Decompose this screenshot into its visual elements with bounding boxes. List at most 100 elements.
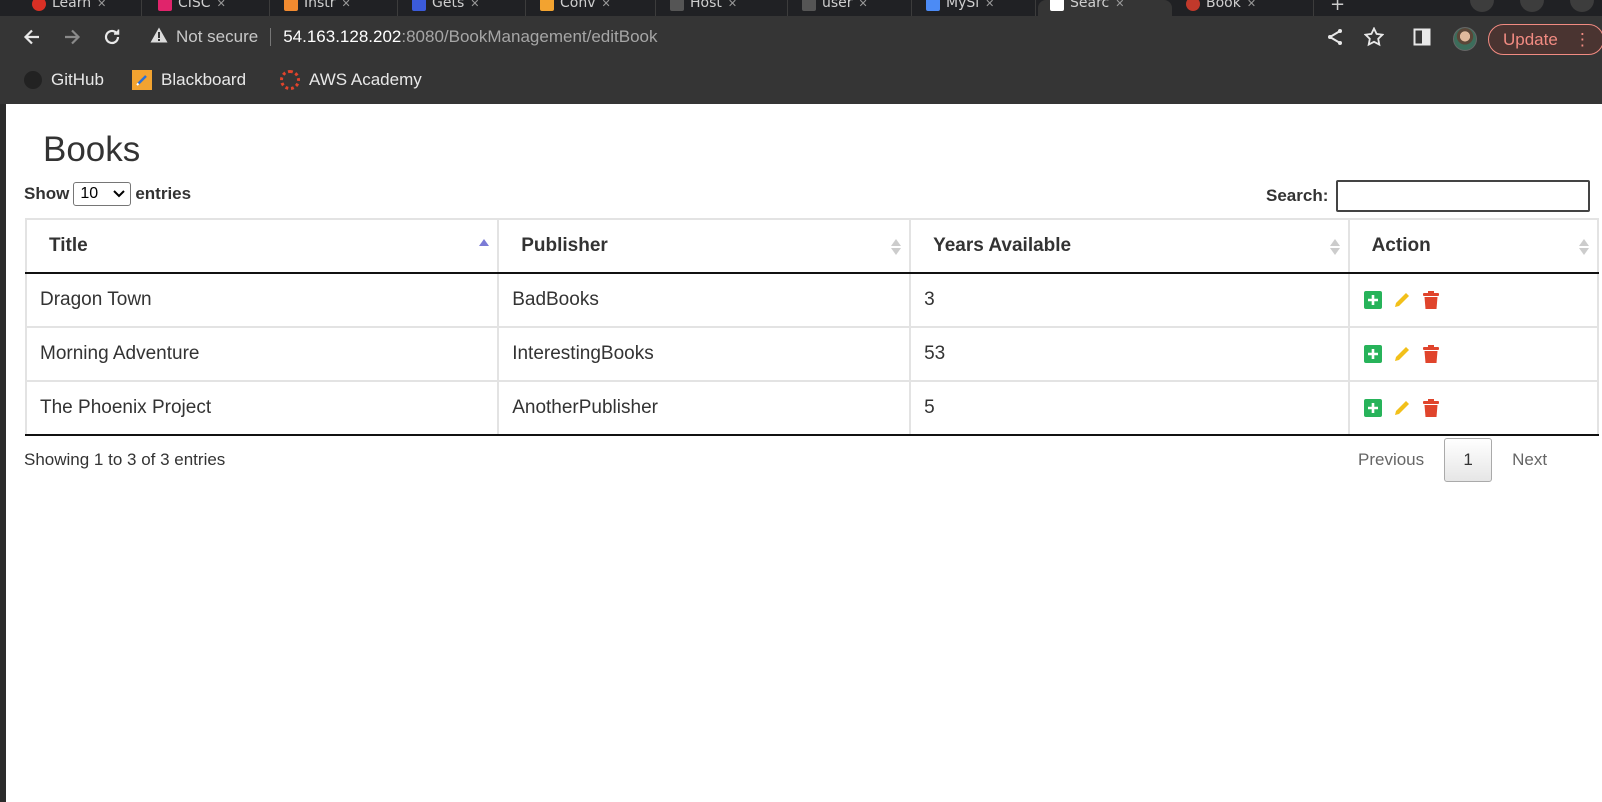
table-search: Search: (1266, 180, 1591, 212)
cell-title: Morning Adventure (24, 326, 500, 382)
column-header-publisher[interactable]: Publisher (497, 218, 912, 274)
cell-years: 53 (909, 326, 1350, 382)
maximize-icon[interactable] (1520, 0, 1544, 12)
tab-close-icon[interactable]: ✕ (602, 0, 611, 10)
tab-favicon-icon (540, 0, 554, 11)
browser-tab[interactable]: Instr ✕ (272, 0, 398, 16)
tab-close-icon[interactable]: ✕ (1115, 0, 1124, 10)
entries-select[interactable]: 10 (73, 182, 132, 206)
aws-academy-icon (280, 70, 300, 90)
tab-favicon-icon (802, 0, 816, 11)
add-icon[interactable] (1363, 398, 1383, 418)
sort-icon[interactable] (1329, 237, 1340, 257)
browser-tab[interactable]: Book ✕ (1174, 0, 1314, 16)
browser-tab[interactable]: MySl ✕ (914, 0, 1036, 16)
security-label[interactable]: Not secure (176, 27, 258, 47)
tab-strip: Learn ✕ CISC ✕ Instr ✕ Gets ✕ Conv ✕ Hos… (0, 0, 1602, 16)
browser-tab[interactable]: user ✕ (790, 0, 912, 16)
page-title: Books (43, 130, 141, 169)
column-header-years-available[interactable]: Years Available (909, 218, 1350, 274)
warning-icon[interactable] (150, 27, 168, 48)
page-button-current[interactable]: 1 (1444, 438, 1493, 482)
column-header-title[interactable]: Title (24, 218, 500, 274)
browser-tab[interactable]: Conv ✕ (528, 0, 656, 16)
tab-close-icon[interactable]: ✕ (217, 0, 226, 10)
bookmark-aws-academy[interactable]: AWS Academy (280, 68, 422, 92)
entries-label: entries (135, 184, 192, 203)
sort-icon[interactable] (1579, 237, 1589, 257)
address-separator (270, 28, 272, 46)
share-icon[interactable] (1320, 22, 1350, 52)
star-icon[interactable] (1359, 22, 1389, 52)
table-row: Morning Adventure InterestingBooks 53 (24, 326, 1600, 382)
profile-avatar[interactable] (1453, 27, 1477, 51)
blackboard-icon (132, 70, 152, 90)
cell-actions (1347, 326, 1600, 382)
entries-select-value: 10 (80, 185, 99, 202)
cell-actions (1347, 380, 1600, 436)
menu-kebab-icon[interactable]: ⋮ (1574, 30, 1591, 50)
url-path[interactable]: :8080/BookManagement/editBook (401, 27, 657, 47)
cell-publisher: InterestingBooks (497, 326, 912, 382)
cell-years: 3 (909, 272, 1350, 328)
forward-icon[interactable] (57, 22, 87, 52)
tab-close-icon[interactable]: ✕ (1247, 0, 1256, 10)
show-label: Show (24, 184, 70, 203)
table-row: Dragon Town BadBooks 3 (24, 272, 1600, 328)
new-tab-icon[interactable]: + (1330, 0, 1345, 15)
tab-favicon-icon (670, 0, 684, 11)
page-content: Books Show 10 entries Search: Title Publ… (6, 104, 1602, 802)
tab-close-icon[interactable]: ✕ (470, 0, 479, 10)
browser-toolbar: Not secure 54.163.128.202:8080/BookManag… (0, 16, 1602, 58)
table-row: The Phoenix Project AnotherPublisher 5 (24, 380, 1600, 436)
tab-close-icon[interactable]: ✕ (342, 0, 351, 10)
add-icon[interactable] (1363, 290, 1383, 310)
tab-close-icon[interactable]: ✕ (97, 0, 106, 10)
bookmark-github[interactable]: GitHub (24, 68, 104, 92)
browser-tab[interactable]: Learn ✕ (20, 0, 142, 16)
browser-tab-active[interactable]: Searc ✕ (1038, 0, 1172, 16)
edit-icon[interactable] (1392, 398, 1412, 418)
bookmark-blackboard[interactable]: Blackboard (132, 68, 246, 92)
delete-icon[interactable] (1421, 290, 1441, 310)
edit-icon[interactable] (1392, 290, 1412, 310)
delete-icon[interactable] (1421, 344, 1441, 364)
tab-favicon-icon (284, 0, 298, 11)
github-icon (24, 71, 42, 89)
browser-tab[interactable]: Gets ✕ (400, 0, 526, 16)
search-label: Search: (1266, 186, 1329, 205)
add-icon[interactable] (1363, 344, 1383, 364)
sort-ascending-icon[interactable] (479, 237, 490, 257)
reload-icon[interactable] (97, 22, 127, 52)
browser-tab[interactable]: CISC ✕ (146, 0, 270, 16)
side-panel-icon[interactable] (1407, 22, 1437, 52)
column-header-action[interactable]: Action (1347, 218, 1600, 274)
tab-close-icon[interactable]: ✕ (859, 0, 868, 10)
cell-title: The Phoenix Project (24, 380, 500, 436)
close-window-icon[interactable] (1570, 0, 1594, 12)
update-button[interactable]: Update ⋮ (1488, 24, 1602, 55)
minimize-icon[interactable] (1470, 0, 1494, 12)
edit-icon[interactable] (1392, 344, 1412, 364)
tab-favicon-icon (158, 0, 172, 11)
cell-publisher: AnotherPublisher (497, 380, 912, 436)
cell-years: 5 (909, 380, 1350, 436)
browser-tab[interactable]: Host ✕ (658, 0, 788, 16)
tab-close-icon[interactable]: ✕ (985, 0, 994, 10)
pagination: Previous 1 Next (1346, 438, 1559, 482)
delete-icon[interactable] (1421, 398, 1441, 418)
previous-button[interactable]: Previous (1346, 438, 1436, 482)
sort-icon[interactable] (891, 237, 902, 257)
table-header-row: Title Publisher Years Available Action (24, 218, 1600, 274)
search-input[interactable] (1336, 180, 1591, 212)
books-table: Title Publisher Years Available Action D… (24, 218, 1600, 436)
update-label: Update (1503, 29, 1558, 49)
chevron-down-icon (113, 190, 126, 198)
tab-close-icon[interactable]: ✕ (728, 0, 737, 10)
cell-title: Dragon Town (24, 272, 500, 328)
address-bar[interactable]: Not secure 54.163.128.202:8080/BookManag… (144, 22, 1304, 52)
url-host[interactable]: 54.163.128.202 (283, 27, 401, 47)
entries-length-control: Show 10 entries (24, 182, 191, 206)
next-button[interactable]: Next (1500, 438, 1559, 482)
back-icon[interactable] (17, 22, 47, 52)
